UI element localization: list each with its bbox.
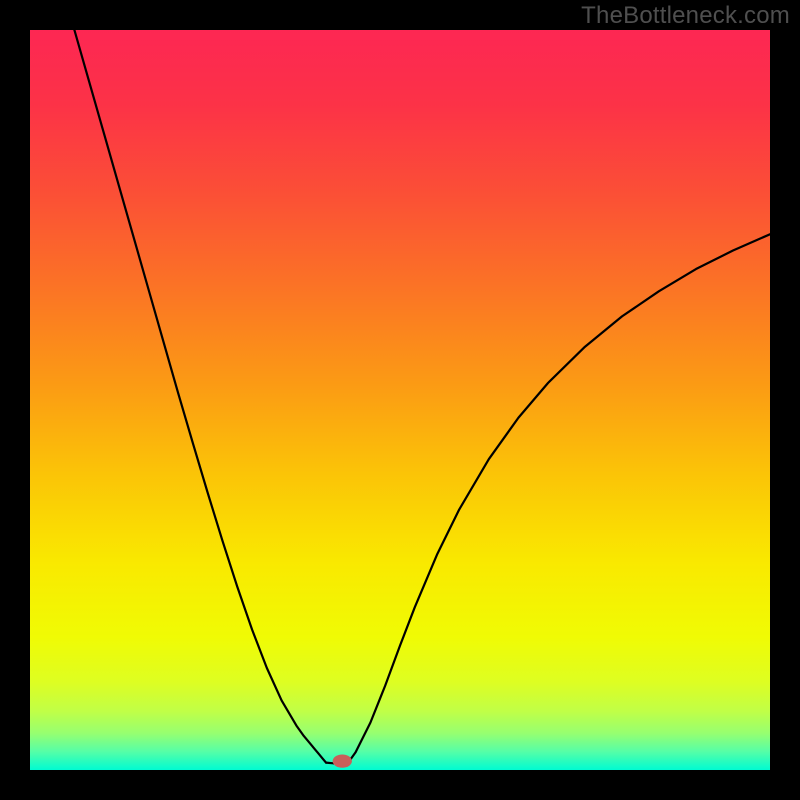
minimum-marker (333, 754, 352, 767)
chart-frame: TheBottleneck.com (0, 0, 800, 800)
watermark-text: TheBottleneck.com (581, 2, 790, 30)
bottleneck-chart (30, 30, 770, 770)
plot-area (30, 30, 770, 770)
gradient-background (30, 30, 770, 770)
